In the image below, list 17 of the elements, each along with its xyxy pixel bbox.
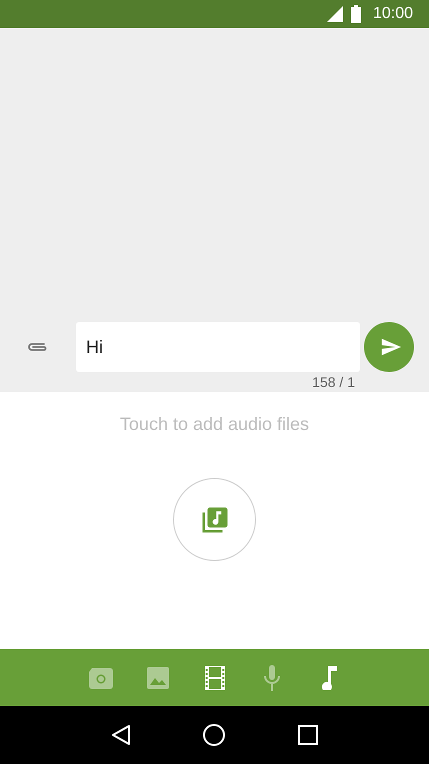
battery-icon: [350, 5, 361, 23]
home-icon[interactable]: [203, 724, 226, 746]
send-button[interactable]: [364, 322, 414, 372]
recents-icon[interactable]: [298, 725, 318, 745]
signal-icon: [326, 6, 343, 22]
film-icon: [204, 666, 224, 690]
message-field[interactable]: Hi: [76, 322, 360, 372]
image-icon: [146, 666, 168, 688]
camera-icon: [88, 666, 112, 688]
status-time: 10:00: [372, 5, 413, 23]
audio-library-icon: [200, 504, 230, 534]
character-counter: 158 / 1: [312, 374, 355, 390]
back-icon[interactable]: [111, 724, 132, 746]
audio-hint: Touch to add audio files: [120, 414, 310, 435]
microphone-icon: [262, 664, 280, 690]
send-icon: [380, 336, 402, 358]
music-note-icon: [320, 666, 336, 690]
